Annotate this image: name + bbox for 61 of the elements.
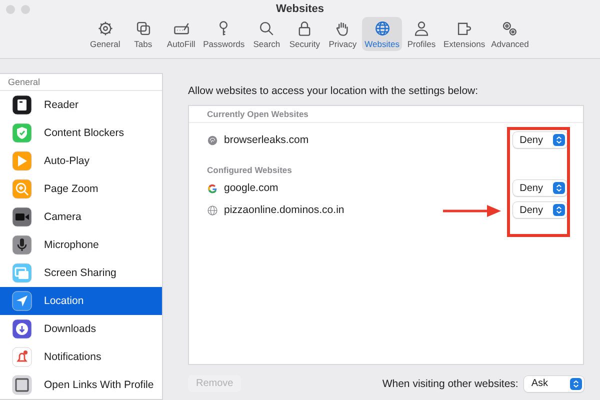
toolbar-tab[interactable]: AutoFill [162,17,200,51]
sidebar-item[interactable]: Camera [0,203,162,231]
location-icon [12,291,32,311]
website-name: google.com [224,182,278,194]
reader-icon [12,95,32,115]
search-icon [258,20,276,37]
permission-dropdown[interactable]: Deny [512,180,567,196]
website-name: pizzaonline.dominos.co.in [224,204,344,216]
gears-icon [501,20,518,37]
toolbar-tab[interactable]: Tabs [124,17,162,51]
person-icon [412,20,430,37]
chevron-icon [553,134,565,146]
camera-icon [12,207,32,227]
zoom-icon [12,179,32,199]
tabs-icon [134,20,152,37]
default-setting-dropdown[interactable]: Ask [524,376,584,392]
sidebar-item[interactable]: Reader [0,91,162,119]
section-header: Configured Websites [206,164,293,177]
sidebar-item[interactable]: Downloads [0,315,162,343]
toolbar-tab[interactable]: General [86,17,124,51]
play-icon [12,151,32,171]
permission-dropdown[interactable]: Deny [512,132,567,148]
permission-dropdown[interactable]: Deny [512,202,567,218]
gear-icon [96,20,114,37]
sidebar-item[interactable]: Content Blockers [0,119,162,147]
description-text: Allow websites to access your location with the settings below: [188,85,480,97]
website-name: browserleaks.com [224,134,309,146]
sidebar-item[interactable]: Notifications [0,343,162,371]
toolbar-tab[interactable]: Advanced [488,17,532,51]
globe-icon [207,204,218,216]
google-logo-icon [207,182,218,194]
sidebar-item[interactable]: Location [0,287,162,315]
chevron-icon [553,204,565,216]
sidebar-item[interactable]: Open Links With Profile [0,371,162,399]
chevron-icon [570,378,582,390]
window-title: Websites [276,2,324,17]
screens-icon [12,263,32,283]
default-setting-label: When visiting other websites: [382,378,518,390]
globe-icon [374,20,391,37]
toolbar-tab[interactable]: Security [286,17,324,51]
autofill-icon [172,20,190,37]
sidebar-item[interactable]: Auto-Play [0,147,162,175]
toolbar-tab[interactable]: Privacy [324,17,362,51]
toolbar-tab[interactable]: Search [248,17,286,51]
sidebar-item[interactable]: Screen Sharing [0,259,162,287]
sidebar-item[interactable]: Page Zoom [0,175,162,203]
puzzle-icon [456,20,473,37]
toolbar-tab[interactable]: Extensions [440,17,488,51]
bell-icon [12,347,32,367]
annotation-arrow [443,205,501,217]
toolbar-tab[interactable]: Passwords [200,17,248,51]
sidebar-section-header: General [0,74,162,91]
shield-icon [12,123,32,143]
chevron-icon [553,182,565,194]
sidebar-item[interactable]: Microphone [0,231,162,259]
mic-icon [12,235,32,255]
toolbar-tab[interactable]: Profiles [402,17,440,51]
download-icon [12,319,32,339]
fingerprint-icon [207,134,218,146]
toolbar-tab[interactable]: Websites [362,17,402,51]
section-header: Currently Open Websites [189,106,583,123]
